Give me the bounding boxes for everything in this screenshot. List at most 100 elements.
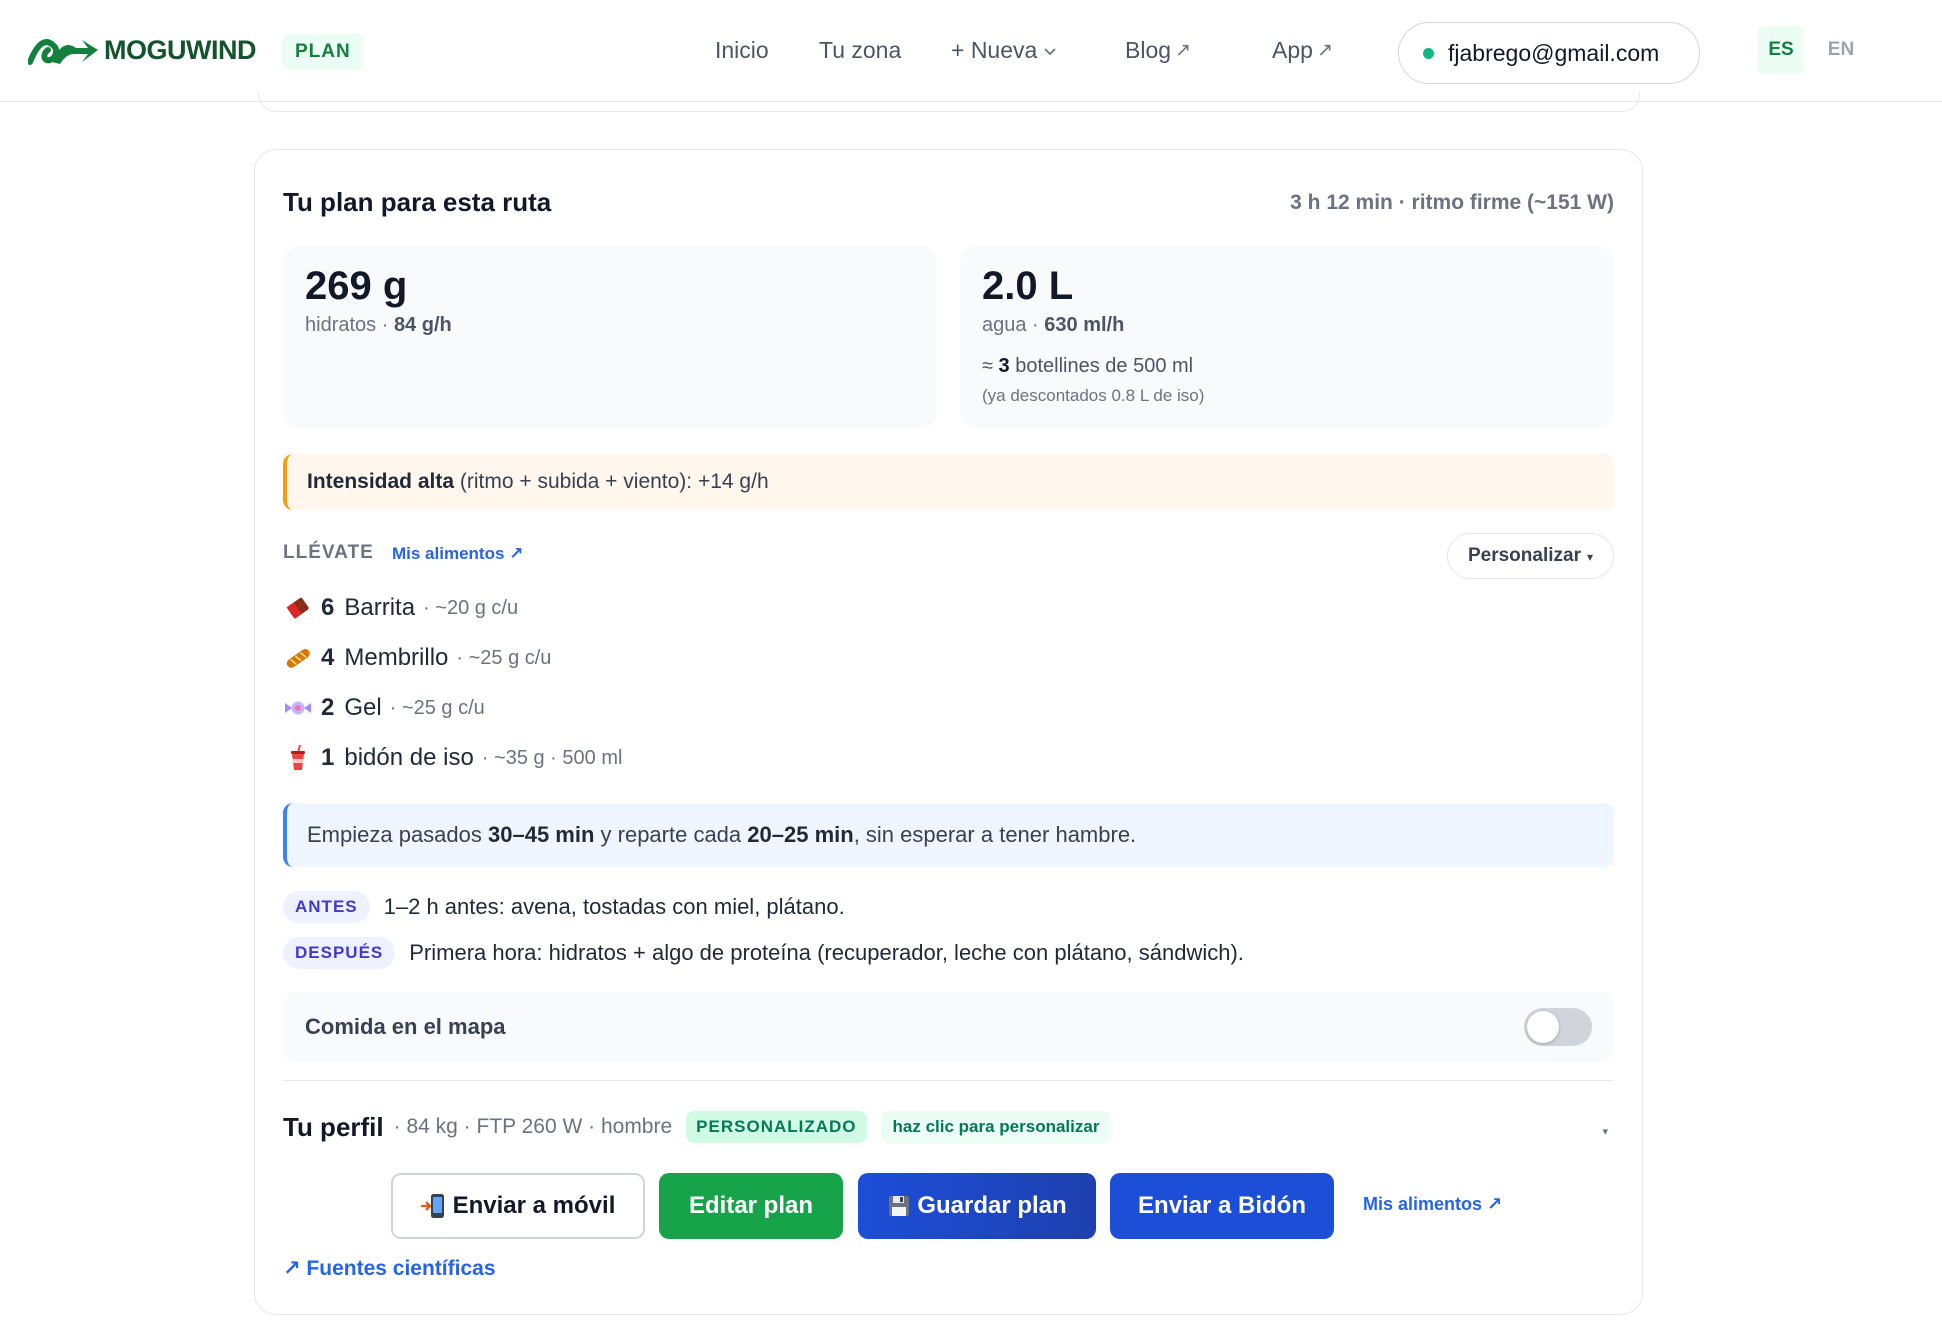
baguette-icon xyxy=(283,644,313,672)
food-item: 1 bidón de iso · ~35 g · 500 ml xyxy=(283,744,622,772)
food-qty: 2 xyxy=(321,694,335,721)
profile-expand-caret-icon[interactable]: ▾ xyxy=(1602,1125,1608,1138)
food-on-map-row: Comida en el mapa xyxy=(283,992,1614,1062)
nav-nueva-dropdown[interactable]: + Nueva xyxy=(951,37,1057,64)
timing-text: Empieza pasados xyxy=(307,822,488,847)
food-item: 2 Gel · ~25 g c/u xyxy=(283,694,485,722)
plan-title: Tu plan para esta ruta xyxy=(283,187,552,217)
profile-title: Tu perfil xyxy=(283,1111,384,1142)
before-text: 1–2 h antes: avena, tostadas con miel, p… xyxy=(383,894,845,919)
before-row: ANTES 1–2 h antes: avena, tostadas con m… xyxy=(283,891,845,923)
save-plan-button[interactable]: Guardar plan xyxy=(858,1173,1096,1239)
food-item: 6 Barrita · ~20 g c/u xyxy=(283,594,518,622)
external-link-icon: ↗ xyxy=(1316,40,1333,61)
previous-card-edge xyxy=(258,92,1640,112)
nav-app[interactable]: App ↗ xyxy=(1272,37,1333,64)
water-rate: 630 ml/h xyxy=(1044,314,1125,336)
nav-inicio[interactable]: Inicio xyxy=(715,37,769,64)
chevron-down-icon xyxy=(1044,47,1056,55)
chocolate-bar-icon xyxy=(283,594,313,622)
bottles-count: 3 xyxy=(998,355,1010,377)
edit-plan-label: Editar plan xyxy=(688,1192,814,1219)
plan-duration-meta: 3 h 12 min · ritmo firme (~151 W) xyxy=(1290,191,1614,214)
after-tag: DESPUÉS xyxy=(283,937,396,969)
caret-down-icon: ▾ xyxy=(1586,550,1593,564)
send-to-mobile-label: Enviar a móvil xyxy=(452,1192,616,1219)
after-row: DESPUÉS Primera hora: hidratos + algo de… xyxy=(283,937,1244,969)
language-en-button[interactable]: EN xyxy=(1818,26,1864,74)
floppy-disk-icon xyxy=(887,1194,911,1218)
timing-text: , sin esperar a tener hambre. xyxy=(853,822,1137,847)
scientific-sources-link[interactable]: ↗ Fuentes científicas xyxy=(283,1256,496,1281)
timing-start: 30–45 min xyxy=(488,822,595,847)
section-divider xyxy=(283,1080,1614,1081)
food-detail: · ~35 g · 500 ml xyxy=(481,746,623,769)
after-text: Primera hora: hidratos + algo de proteín… xyxy=(409,940,1244,965)
iso-note: (ya descontados 0.8 L de iso) xyxy=(982,386,1205,405)
timing-interval: 20–25 min xyxy=(747,822,854,847)
cup-with-straw-icon xyxy=(283,744,313,772)
account-button[interactable]: fjabrego@gmail.com xyxy=(1398,22,1700,84)
my-foods-link[interactable]: Mis alimentos ↗ xyxy=(392,544,523,564)
food-detail: · ~25 g c/u xyxy=(456,646,552,669)
carbs-stat-box: 269 g hidratos · 84 g/h xyxy=(283,246,937,428)
send-to-bidon-button[interactable]: Enviar a Bidón xyxy=(1110,1173,1334,1239)
llevate-heading: LLÉVATE xyxy=(283,542,374,563)
carbs-label: hidratos · xyxy=(305,314,394,336)
carbs-subtitle: hidratos · 84 g/h xyxy=(305,314,915,337)
intensity-warning: Intensidad alta (ritmo + subida + viento… xyxy=(283,454,1614,510)
nav-tu-zona-label: Tu zona xyxy=(819,37,902,63)
profile-summary-row[interactable]: Tu perfil · 84 kg · FTP 260 W · hombre P… xyxy=(283,1111,1112,1143)
language-es-button[interactable]: ES xyxy=(1758,26,1804,74)
candy-icon xyxy=(283,694,313,722)
timing-tip: Empieza pasados 30–45 min y reparte cada… xyxy=(283,803,1614,867)
my-foods-footer-link[interactable]: Mis alimentos ↗ xyxy=(1363,1194,1502,1215)
food-name: Membrillo xyxy=(344,644,449,671)
water-total: 2.0 L xyxy=(982,264,1074,308)
food-item: 4 Membrillo · ~25 g c/u xyxy=(283,644,551,672)
bottles-prefix: ≈ xyxy=(982,355,999,377)
water-stat-box: 2.0 L agua · 630 ml/h ≈ 3 botellines de … xyxy=(960,246,1614,428)
customize-label: Personalizar xyxy=(1467,545,1581,566)
mobile-phone-icon xyxy=(420,1192,447,1220)
profile-meta: · 84 kg · FTP 260 W · hombre xyxy=(393,1115,673,1138)
nav-inicio-label: Inicio xyxy=(715,37,769,63)
plan-badge: PLAN xyxy=(282,34,364,70)
personalized-badge: PERSONALIZADO xyxy=(686,1111,867,1143)
edit-plan-button[interactable]: Editar plan xyxy=(659,1173,843,1239)
moguwind-logo-icon xyxy=(28,39,98,65)
save-plan-label: Guardar plan xyxy=(917,1192,1067,1219)
personalize-hint[interactable]: haz clic para personalizar xyxy=(880,1111,1112,1143)
food-qty: 6 xyxy=(321,594,335,621)
customize-dropdown[interactable]: Personalizar ▾ xyxy=(1446,533,1614,579)
carbs-total: 269 g xyxy=(305,264,408,308)
food-name: Gel xyxy=(344,694,382,721)
nav-tu-zona[interactable]: Tu zona xyxy=(819,37,901,64)
bottles-line: ≈ 3 botellines de 500 ml xyxy=(982,355,1592,378)
food-name: Barrita xyxy=(344,594,416,621)
food-qty: 4 xyxy=(321,644,335,671)
send-to-mobile-button[interactable]: Enviar a móvil xyxy=(391,1173,645,1239)
warning-text: (ritmo + subida + viento): +14 g/h xyxy=(454,470,769,493)
send-to-bidon-label: Enviar a Bidón xyxy=(1137,1192,1307,1219)
nav-blog[interactable]: Blog ↗ xyxy=(1125,37,1191,64)
water-subtitle: agua · 630 ml/h xyxy=(982,314,1592,337)
top-navigation-bar: MOGUWIND PLAN Inicio Tu zona + Nueva Blo… xyxy=(0,0,1942,102)
external-link-icon: ↗ xyxy=(1175,40,1191,61)
water-label: agua · xyxy=(982,314,1045,336)
brand-logo[interactable]: MOGUWIND xyxy=(28,32,256,68)
nav-nueva-label: + Nueva xyxy=(951,37,1038,63)
food-detail: · ~20 g c/u xyxy=(423,596,519,619)
food-detail: · ~25 g c/u xyxy=(389,696,485,719)
timing-text: y reparte cada xyxy=(594,822,748,847)
carbs-rate: 84 g/h xyxy=(393,314,452,336)
online-status-dot xyxy=(1423,47,1434,59)
nutrition-plan-card: Tu plan para esta ruta 3 h 12 min · ritm… xyxy=(254,149,1643,1315)
warning-bold: Intensidad alta xyxy=(307,470,455,493)
food-on-map-toggle[interactable] xyxy=(1524,1008,1592,1046)
food-qty: 1 xyxy=(321,744,335,771)
toggle-knob xyxy=(1527,1011,1559,1043)
food-name: bidón de iso xyxy=(344,744,474,771)
brand-name: MOGUWIND xyxy=(104,34,256,65)
account-email: fjabrego@gmail.com xyxy=(1448,39,1660,66)
